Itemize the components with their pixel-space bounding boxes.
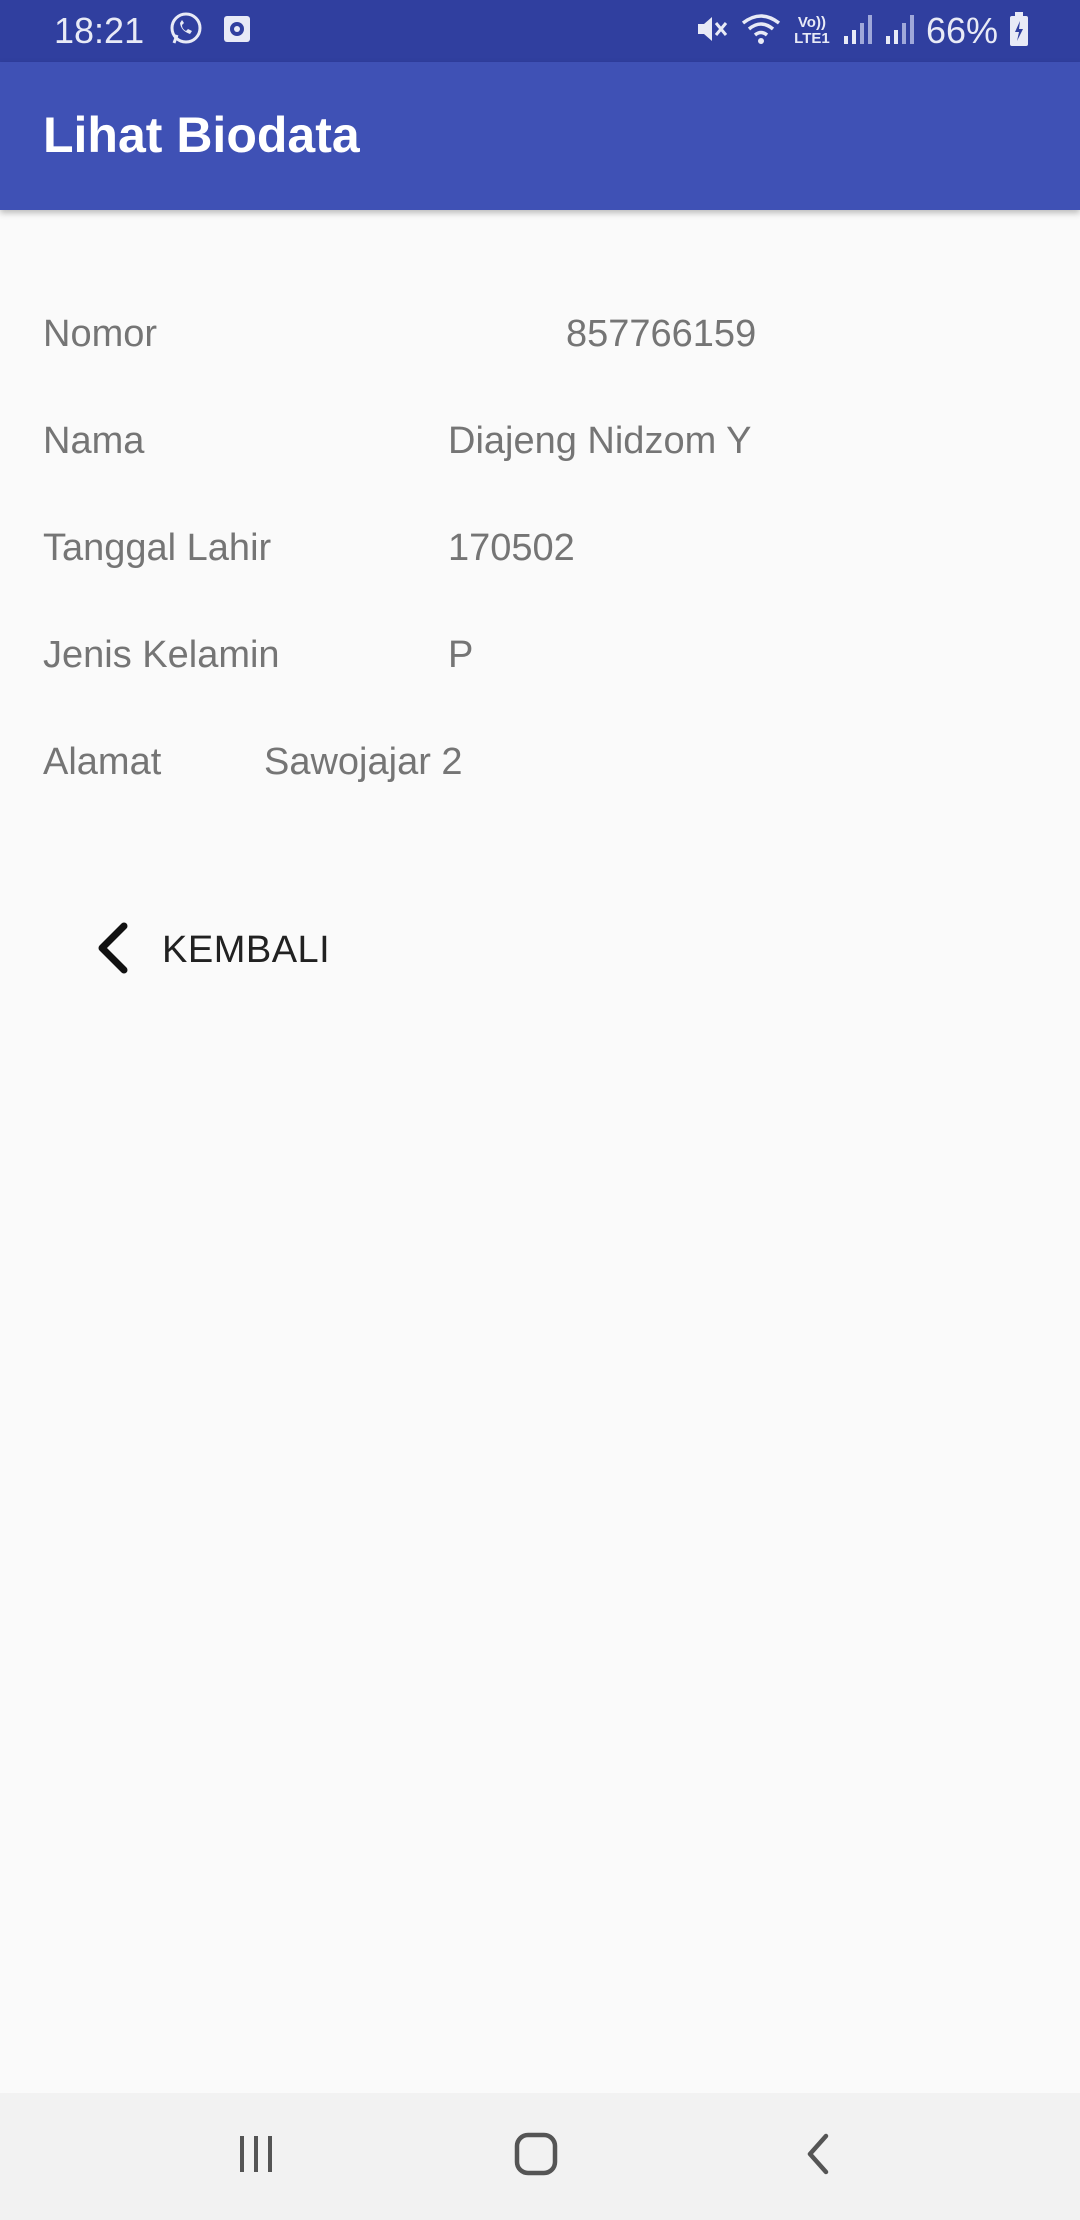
app-bar: Lihat Biodata [0, 62, 1080, 210]
jenis-kelamin-value: P [448, 634, 474, 676]
signal-icon [842, 12, 874, 51]
battery-charging-icon [1008, 11, 1030, 52]
tanggal-lahir-label: Tanggal Lahir [43, 527, 272, 569]
recent-apps-button[interactable] [221, 2121, 291, 2191]
notification-app-icon [222, 14, 252, 49]
whatsapp-icon [168, 11, 204, 52]
jenis-kelamin-label: Jenis Kelamin [43, 634, 280, 676]
chevron-left-icon [90, 921, 134, 980]
status-left-icons [168, 12, 252, 50]
volte-icon: Vo)) LTE1 [794, 14, 830, 47]
signal-icon [884, 12, 916, 51]
home-button[interactable] [501, 2121, 571, 2191]
alamat-value: Sawojajar 2 [264, 741, 463, 783]
nama-label: Nama [43, 420, 145, 462]
battery-percentage: 66% [925, 10, 998, 51]
home-icon [512, 2130, 560, 2183]
wifi-icon [740, 11, 782, 52]
page-title: Lihat Biodata [43, 107, 360, 163]
back-nav-button[interactable] [783, 2121, 853, 2191]
tanggal-lahir-value: 170502 [448, 527, 575, 569]
status-right-icons: Vo)) LTE1 66% [694, 10, 1030, 52]
alamat-label: Alamat [43, 741, 162, 783]
nomor-value: 857766159 [566, 313, 757, 355]
kembali-button[interactable]: KEMBALI [90, 905, 330, 995]
nomor-label: Nomor [43, 313, 158, 355]
status-bar: 18:21 Vo)) LTE1 66% [0, 0, 1080, 62]
nama-value: Diajeng Nidzom Y [448, 420, 752, 462]
status-time: 18:21 [54, 10, 145, 51]
kembali-label: KEMBALI [162, 929, 331, 971]
mute-icon [694, 11, 730, 52]
recent-apps-icon [234, 2132, 278, 2181]
back-icon [798, 2130, 838, 2183]
navigation-bar [0, 2093, 1080, 2220]
